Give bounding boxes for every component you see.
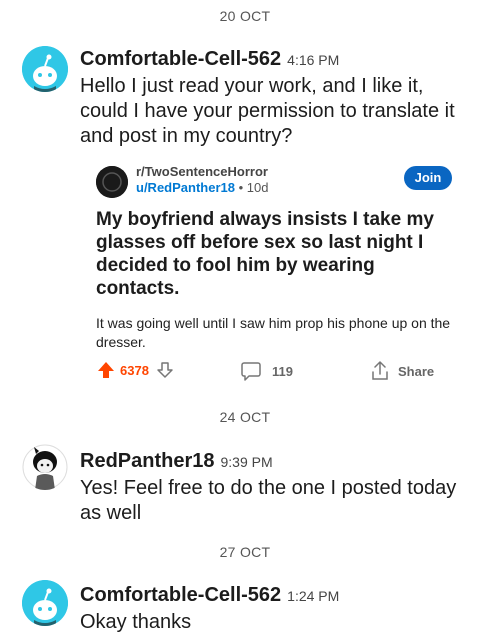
date-separator: 24 OCT	[219, 409, 271, 425]
message-text: Yes! Feel free to do the one I posted to…	[80, 477, 457, 524]
message-header: Comfortable-Cell-562 1:24 PM	[80, 584, 339, 607]
date-separator: 27 OCT	[219, 544, 271, 560]
share-label: Share	[398, 363, 435, 379]
avatar[interactable]	[22, 580, 68, 626]
date-separator: 20 OCT	[219, 8, 271, 24]
comment-count: 119	[272, 363, 293, 379]
avatar[interactable]	[22, 46, 68, 92]
avatar[interactable]	[22, 444, 68, 490]
share-icon	[372, 361, 388, 380]
timestamp: 1:24 PM	[287, 588, 340, 604]
subreddit-icon[interactable]	[96, 166, 128, 198]
message-header: RedPanther18 9:39 PM	[80, 450, 273, 473]
username[interactable]: Comfortable-Cell-562	[80, 584, 281, 606]
timestamp: 4:16 PM	[287, 52, 340, 68]
subreddit-logo-icon	[96, 166, 128, 198]
post-age: • 10d	[238, 180, 269, 195]
post-body: It was going well until I saw him prop h…	[96, 315, 451, 350]
user-avatar-icon	[22, 444, 68, 490]
message-text: Okay thanks	[80, 611, 192, 633]
message-text: Hello I just read your work, and I like …	[80, 75, 455, 147]
upvote-arrow-icon[interactable]	[96, 360, 116, 380]
username[interactable]: RedPanther18	[80, 450, 215, 472]
subreddit-name[interactable]: r/TwoSentenceHorror	[136, 164, 268, 179]
join-button[interactable]: Join	[404, 166, 452, 190]
vote-control: 6378	[96, 360, 175, 380]
downvote-arrow-icon[interactable]	[155, 360, 175, 380]
comment-bubble-icon	[241, 362, 261, 381]
comments-button[interactable]: 119	[240, 360, 293, 382]
post-title[interactable]: My boyfriend always insists I take my gl…	[96, 208, 456, 300]
message-header: Comfortable-Cell-562 4:16 PM	[80, 48, 339, 71]
timestamp: 9:39 PM	[220, 454, 273, 470]
snoo-avatar-icon	[22, 46, 68, 92]
post-author-line: u/RedPanther18 • 10d	[136, 180, 268, 195]
post-author[interactable]: u/RedPanther18	[136, 180, 235, 195]
upvote-count: 6378	[120, 362, 149, 378]
share-button[interactable]: Share	[370, 360, 434, 382]
username[interactable]: Comfortable-Cell-562	[80, 48, 281, 70]
snoo-avatar-icon	[22, 580, 68, 626]
